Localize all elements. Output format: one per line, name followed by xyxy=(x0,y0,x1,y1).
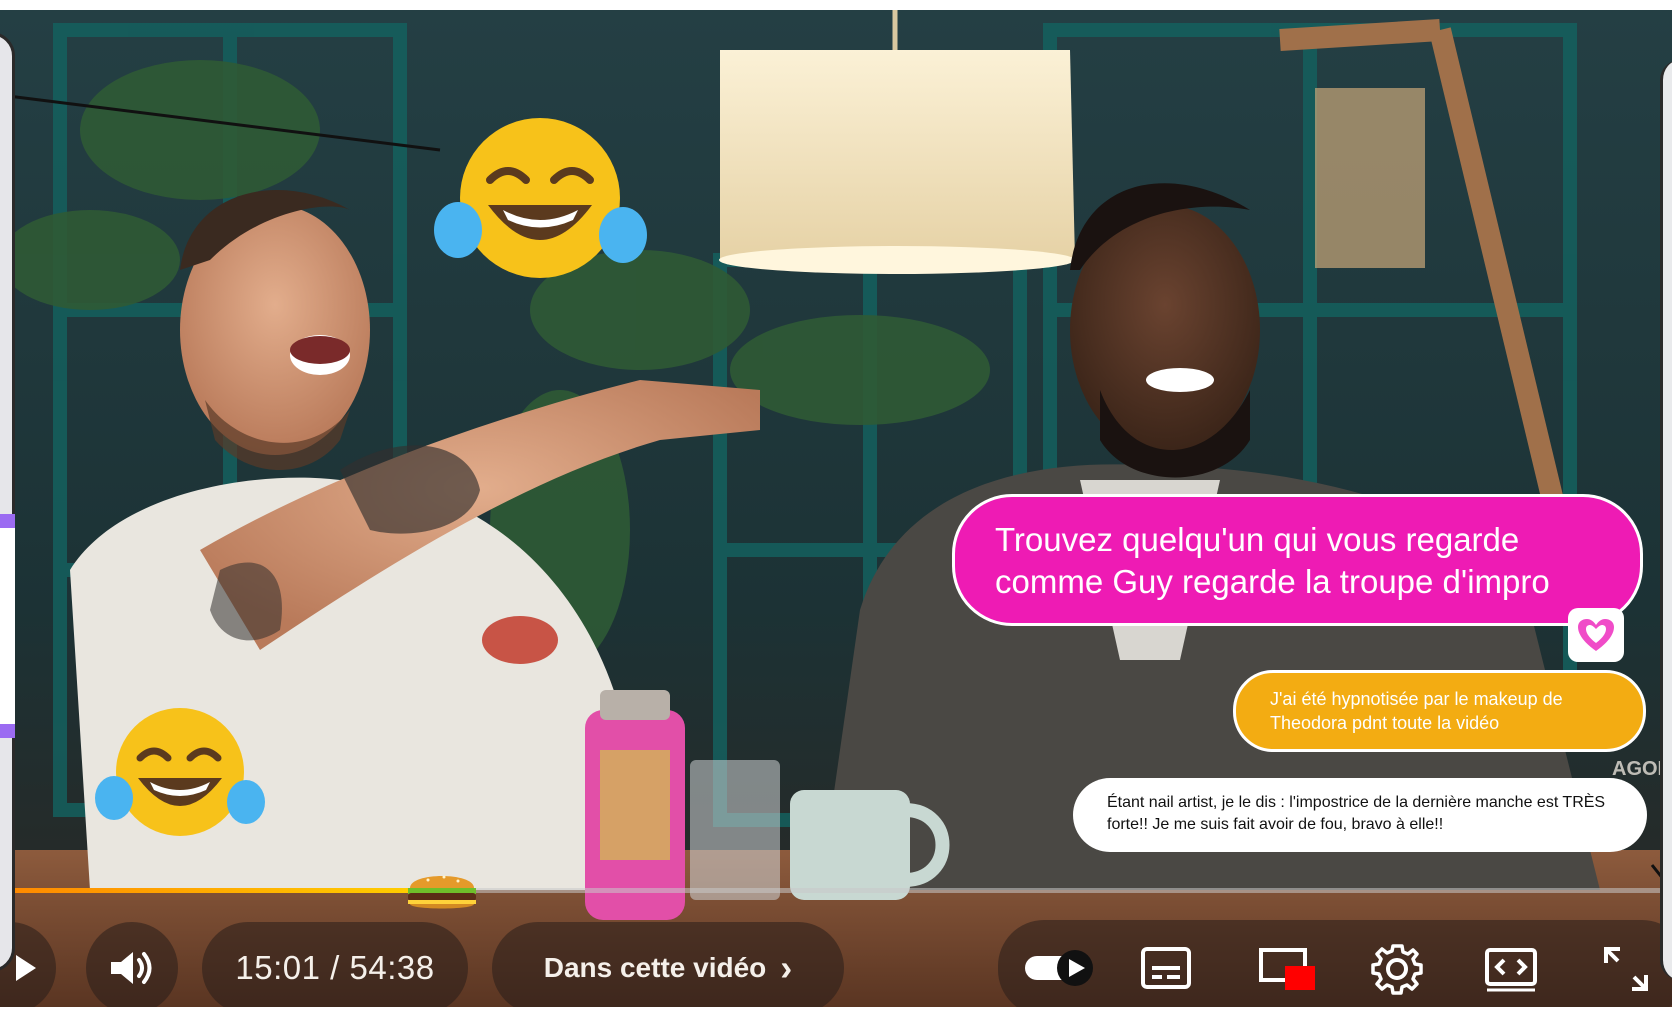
comment-bubble-orange: J'ai été hypnotisée par le makeup de The… xyxy=(1233,670,1646,752)
progress-bar[interactable] xyxy=(14,888,1660,893)
subtitles-icon xyxy=(1141,947,1191,989)
burger-icon[interactable] xyxy=(404,868,480,912)
autoplay-toggle-icon xyxy=(1025,950,1093,986)
progress-played xyxy=(14,888,465,893)
comment-bubble-white: Étant nail artist, je le dis : l'impostr… xyxy=(1073,778,1647,852)
video-player[interactable]: AGONNE Trouvez quelqu'un qui vous regard xyxy=(0,10,1672,1007)
time-display: 15:01 / 54:38 xyxy=(202,922,468,1007)
chevron-right-icon: › xyxy=(780,947,793,988)
right-controls xyxy=(998,920,1672,1007)
right-side-panel xyxy=(1660,60,1672,980)
comment-bubble-pink: Trouvez quelqu'un qui vous regarde comme… xyxy=(952,494,1643,626)
fullscreen-icon xyxy=(1604,947,1648,991)
autoplay-toggle[interactable] xyxy=(1022,944,1098,992)
volume-button[interactable] xyxy=(86,922,178,1007)
laughing-emoji-icon xyxy=(434,118,647,278)
miniplayer-button[interactable] xyxy=(1258,942,1318,996)
heart-button[interactable] xyxy=(1568,608,1624,662)
volume-icon xyxy=(111,952,152,984)
left-side-panel xyxy=(0,32,15,972)
chapter-label: Dans cette vidéo xyxy=(543,952,767,983)
theater-mode-button[interactable] xyxy=(1482,942,1540,996)
left-panel-accent xyxy=(0,514,15,738)
laughing-emoji-icon xyxy=(95,708,265,836)
settings-button[interactable] xyxy=(1368,940,1426,998)
chapters-button[interactable]: Dans cette vidéo › xyxy=(492,922,844,1007)
theater-mode-icon xyxy=(1485,948,1537,992)
fullscreen-button[interactable] xyxy=(1598,942,1654,996)
screen: AGONNE Trouvez quelqu'un qui vous regard xyxy=(0,0,1672,1017)
subtitles-button[interactable] xyxy=(1138,942,1194,994)
time-text: 15:01 / 54:38 xyxy=(235,949,435,986)
play-icon xyxy=(16,955,36,981)
heart-icon xyxy=(1578,619,1614,651)
miniplayer-icon xyxy=(1259,948,1315,990)
gear-icon xyxy=(1371,944,1423,995)
